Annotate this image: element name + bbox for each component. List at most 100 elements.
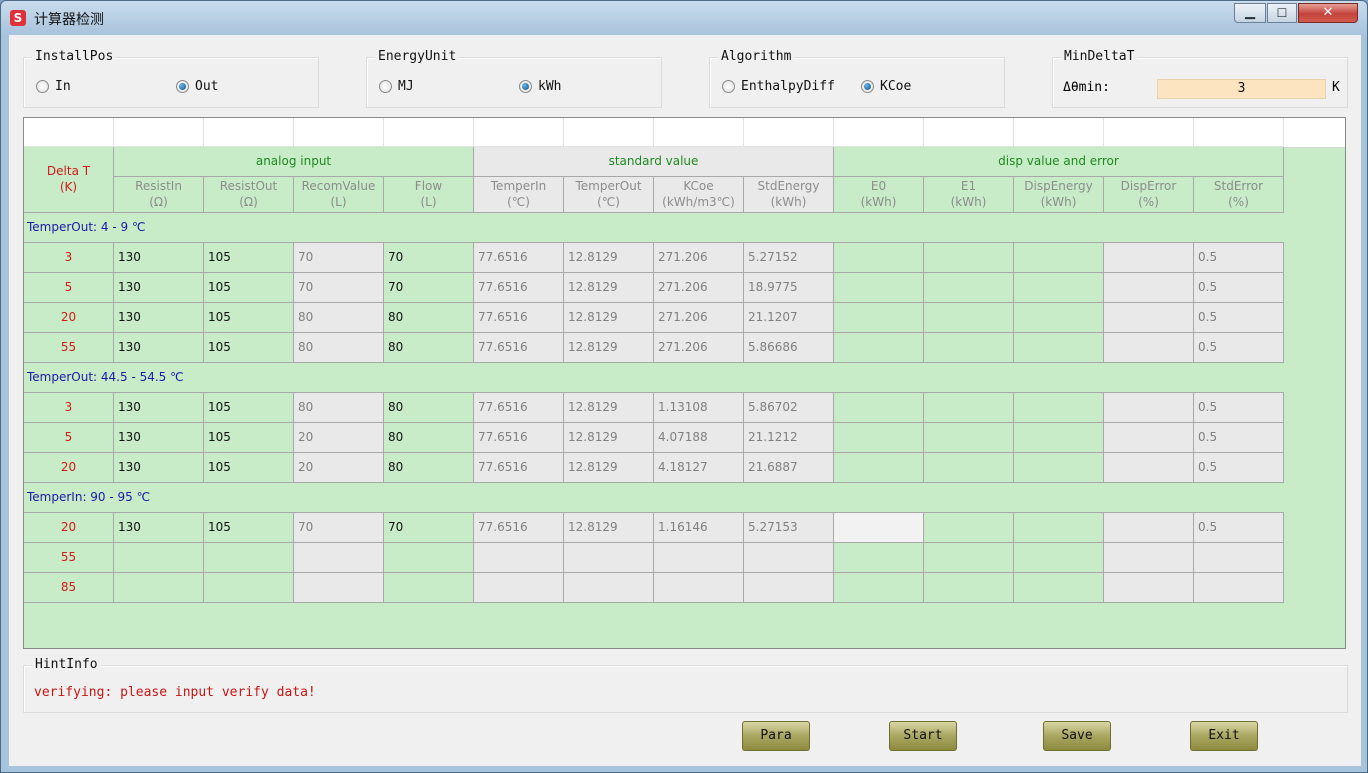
data-cell[interactable] [114, 543, 204, 573]
data-cell[interactable]: 77.6516 [474, 273, 564, 303]
data-cell[interactable] [744, 543, 834, 573]
data-cell[interactable] [114, 573, 204, 603]
data-cell[interactable]: 70 [294, 513, 384, 543]
data-cell[interactable]: 271.206 [654, 243, 744, 273]
data-cell[interactable]: 105 [204, 303, 294, 333]
data-cell[interactable] [1014, 423, 1104, 453]
data-cell[interactable] [1104, 423, 1194, 453]
data-cell[interactable]: 77.6516 [474, 393, 564, 423]
data-cell[interactable]: 77.6516 [474, 243, 564, 273]
data-cell[interactable] [1194, 573, 1284, 603]
verify-grid[interactable]: Delta T (K) analog input standard value disp… [23, 117, 1346, 649]
algorithm-kcoe-radio[interactable]: KCoe [861, 79, 911, 94]
data-cell[interactable]: 20 [294, 423, 384, 453]
data-cell[interactable]: 77.6516 [474, 513, 564, 543]
data-cell[interactable] [294, 573, 384, 603]
data-cell[interactable] [204, 573, 294, 603]
data-cell[interactable]: 77.6516 [474, 453, 564, 483]
data-cell[interactable]: 21.1212 [744, 423, 834, 453]
data-cell[interactable] [1104, 453, 1194, 483]
data-cell[interactable]: 130 [114, 333, 204, 363]
data-cell[interactable]: 105 [204, 333, 294, 363]
data-cell[interactable] [474, 543, 564, 573]
data-cell[interactable]: 130 [114, 453, 204, 483]
data-cell[interactable]: 77.6516 [474, 333, 564, 363]
data-cell[interactable]: 105 [204, 393, 294, 423]
data-cell[interactable]: 130 [114, 303, 204, 333]
data-cell[interactable] [1014, 333, 1104, 363]
data-cell[interactable]: 4.07188 [654, 423, 744, 453]
data-cell[interactable]: 130 [114, 393, 204, 423]
data-cell[interactable]: 77.6516 [474, 423, 564, 453]
data-cell[interactable] [924, 543, 1014, 573]
data-cell[interactable]: 105 [204, 243, 294, 273]
data-cell[interactable]: 70 [384, 513, 474, 543]
start-button[interactable]: Start [889, 721, 957, 751]
data-cell[interactable] [834, 303, 924, 333]
data-cell[interactable]: 12.8129 [564, 513, 654, 543]
data-cell[interactable] [924, 423, 1014, 453]
data-cell[interactable]: 105 [204, 273, 294, 303]
data-cell[interactable] [1104, 333, 1194, 363]
data-cell[interactable]: 5.27153 [744, 513, 834, 543]
data-cell[interactable] [1104, 573, 1194, 603]
data-cell[interactable]: 0.5 [1194, 243, 1284, 273]
energyunit-kwh-radio[interactable]: kWh [519, 79, 561, 94]
data-cell[interactable]: 70 [294, 243, 384, 273]
data-cell[interactable] [1014, 543, 1104, 573]
data-cell[interactable]: 105 [204, 423, 294, 453]
data-cell[interactable] [1014, 243, 1104, 273]
data-cell[interactable]: 80 [294, 303, 384, 333]
data-cell[interactable]: 12.8129 [564, 423, 654, 453]
data-cell[interactable] [1194, 543, 1284, 573]
data-cell[interactable]: 271.206 [654, 273, 744, 303]
data-cell[interactable] [924, 273, 1014, 303]
delta-min-input[interactable]: 3 [1157, 79, 1326, 99]
data-cell[interactable] [744, 573, 834, 603]
data-cell[interactable] [1014, 303, 1104, 333]
data-cell[interactable]: 0.5 [1194, 423, 1284, 453]
data-cell[interactable]: 0.5 [1194, 393, 1284, 423]
data-cell[interactable] [924, 513, 1014, 543]
data-cell[interactable]: 0.5 [1194, 453, 1284, 483]
data-cell[interactable] [564, 543, 654, 573]
algorithm-enthalpy-radio[interactable]: EnthalpyDiff [722, 79, 835, 94]
data-cell[interactable]: 5.27152 [744, 243, 834, 273]
save-button[interactable]: Save [1043, 721, 1111, 751]
data-cell[interactable] [834, 423, 924, 453]
data-cell[interactable] [1104, 393, 1194, 423]
data-cell[interactable]: 80 [384, 423, 474, 453]
data-cell[interactable] [924, 573, 1014, 603]
data-cell[interactable] [1104, 243, 1194, 273]
data-cell[interactable]: 130 [114, 273, 204, 303]
data-cell[interactable] [654, 573, 744, 603]
data-cell[interactable]: 70 [384, 243, 474, 273]
data-cell[interactable]: 80 [384, 333, 474, 363]
data-cell[interactable]: 0.5 [1194, 333, 1284, 363]
data-cell[interactable] [1014, 273, 1104, 303]
title-bar[interactable]: S 计算器检测 ▁ ☐ ✕ [1, 1, 1367, 35]
data-cell[interactable]: 4.18127 [654, 453, 744, 483]
data-cell[interactable]: 12.8129 [564, 243, 654, 273]
data-cell[interactable]: 130 [114, 243, 204, 273]
data-cell[interactable] [564, 573, 654, 603]
data-cell[interactable]: 70 [294, 273, 384, 303]
data-cell[interactable]: 1.13108 [654, 393, 744, 423]
data-cell[interactable] [294, 543, 384, 573]
data-cell[interactable]: 77.6516 [474, 303, 564, 333]
data-cell[interactable] [834, 273, 924, 303]
data-cell[interactable] [1014, 513, 1104, 543]
data-cell[interactable]: 271.206 [654, 303, 744, 333]
data-cell[interactable]: 105 [204, 513, 294, 543]
data-cell[interactable] [834, 453, 924, 483]
data-cell[interactable]: 271.206 [654, 333, 744, 363]
installpos-out-radio[interactable]: Out [176, 79, 218, 94]
data-cell[interactable] [924, 453, 1014, 483]
minimize-button[interactable]: ▁ [1234, 3, 1266, 23]
data-cell[interactable]: 105 [204, 453, 294, 483]
data-cell[interactable] [1014, 393, 1104, 423]
data-cell[interactable]: 12.8129 [564, 303, 654, 333]
data-cell[interactable] [654, 543, 744, 573]
para-button[interactable]: Para [742, 721, 810, 751]
data-cell[interactable]: 0.5 [1194, 513, 1284, 543]
